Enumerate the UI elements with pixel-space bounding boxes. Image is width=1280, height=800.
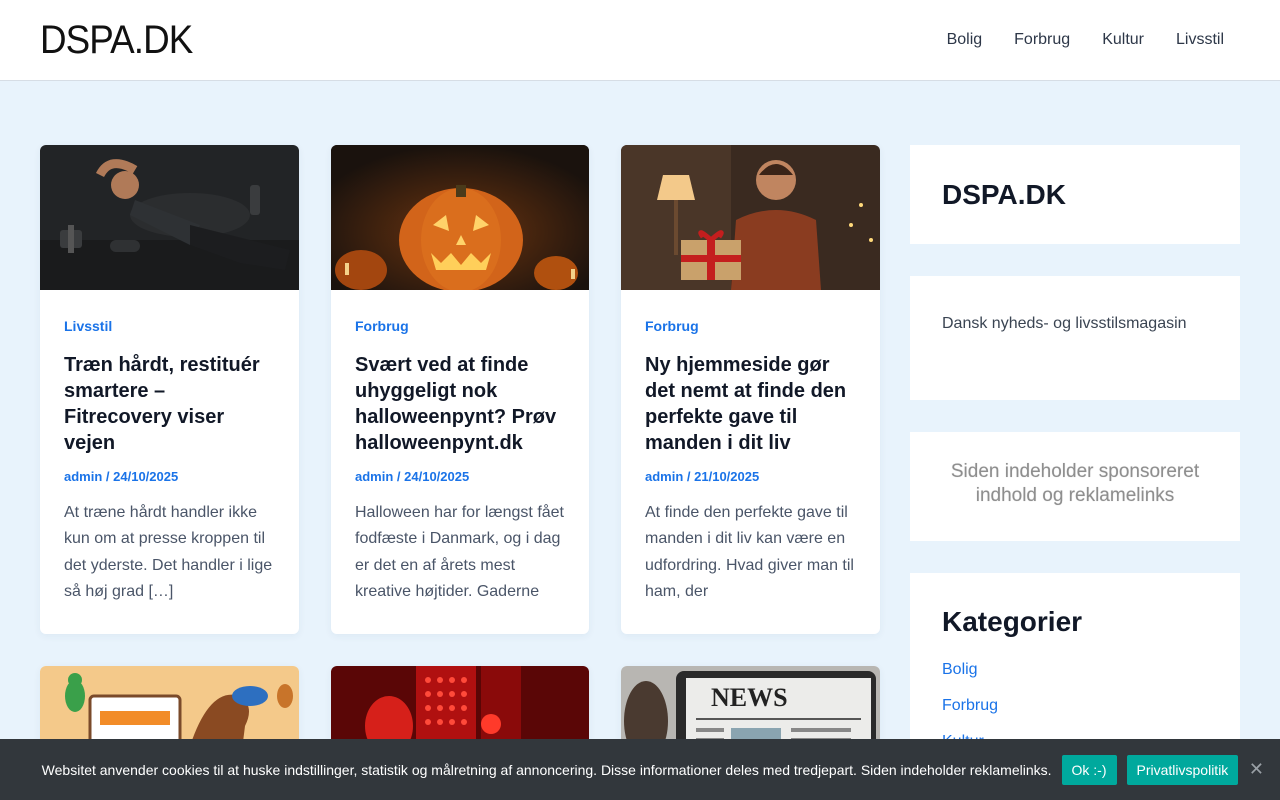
- category-link-bolig[interactable]: Bolig: [942, 661, 978, 678]
- post-body: Livsstil Træn hårdt, restituér smartere …: [40, 290, 299, 630]
- man-exercising-image: [40, 145, 299, 290]
- halloween-pumpkins-image: [331, 145, 589, 290]
- post-body: Forbrug Svært ved at finde uhyggeligt no…: [331, 290, 589, 630]
- cookie-text: Websitet anvender cookies til at huske i…: [41, 761, 1052, 778]
- post-date: 24/10/2025: [113, 469, 179, 484]
- post-meta: admin / 24/10/2025: [64, 469, 179, 484]
- post-category[interactable]: Forbrug: [645, 318, 856, 334]
- post-thumbnail[interactable]: [331, 145, 589, 290]
- post-card: Forbrug Ny hjemmeside gør det nemt at fi…: [621, 145, 880, 634]
- post-meta: admin / 21/10/2025: [645, 469, 760, 484]
- site-header: DSPA.DK Bolig Forbrug Kultur Livsstil: [0, 0, 1280, 81]
- post-date: 24/10/2025: [404, 469, 470, 484]
- man-receiving-gift-image: [621, 145, 880, 290]
- sponsor-notice-line: indhold og reklamelinks: [975, 485, 1175, 506]
- categories-title: Kategorier: [942, 606, 1083, 637]
- nav-item-bolig[interactable]: Bolig: [931, 0, 999, 80]
- sidebar-tagline: Dansk nyheds- og livsstilsmagasin: [942, 315, 1187, 332]
- cookie-ok-button[interactable]: Ok :-): [1061, 754, 1117, 785]
- post-excerpt: Halloween har for længst fået fodfæste i…: [355, 504, 564, 601]
- post-card: Forbrug Svært ved at finde uhyggeligt no…: [331, 145, 589, 634]
- post-category[interactable]: Livsstil: [64, 318, 275, 334]
- sidebar-site-title: DSPA.DK: [942, 179, 1066, 210]
- sidebar-widget-sponsor-notice: Siden indeholder sponsoreret indhold og …: [910, 432, 1240, 541]
- post-meta: admin / 24/10/2025: [355, 469, 470, 484]
- category-link-forbrug[interactable]: Forbrug: [942, 697, 998, 714]
- post-excerpt: At finde den perfekte gave til manden i …: [645, 504, 854, 601]
- post-title[interactable]: Ny hjemmeside gør det nemt at finde den …: [645, 352, 856, 456]
- sidebar-widget-site-title: DSPA.DK: [910, 145, 1240, 244]
- category-item: Bolig: [942, 661, 998, 697]
- main-nav: Bolig Forbrug Kultur Livsstil: [931, 0, 1240, 80]
- nav-item-kultur[interactable]: Kultur: [1086, 0, 1160, 80]
- post-author[interactable]: admin: [355, 469, 393, 484]
- sidebar-widget-tagline: Dansk nyheds- og livsstilsmagasin: [910, 276, 1240, 400]
- post-card: Livsstil Træn hårdt, restituér smartere …: [40, 145, 299, 634]
- post-thumbnail[interactable]: [621, 145, 880, 290]
- post-title[interactable]: Træn hårdt, restituér smartere – Fitreco…: [64, 352, 275, 456]
- post-date: 21/10/2025: [694, 469, 760, 484]
- category-item: Forbrug: [942, 697, 998, 733]
- close-icon[interactable]: ✕: [1249, 759, 1264, 780]
- post-title[interactable]: Svært ved at finde uhyggeligt nok hallow…: [355, 352, 565, 456]
- site-logo[interactable]: DSPA.DK: [40, 18, 193, 62]
- post-author[interactable]: admin: [645, 469, 683, 484]
- post-body: Forbrug Ny hjemmeside gør det nemt at fi…: [621, 290, 880, 630]
- post-excerpt: At træne hårdt handler ikke kun om at pr…: [64, 504, 273, 601]
- sponsor-notice-line: Siden indeholder sponsoreret: [950, 461, 1200, 482]
- post-author[interactable]: admin: [64, 469, 102, 484]
- svg-text:NEWS: NEWS: [711, 683, 788, 712]
- nav-item-forbrug[interactable]: Forbrug: [998, 0, 1086, 80]
- nav-item-livsstil[interactable]: Livsstil: [1160, 0, 1240, 80]
- privacy-policy-button[interactable]: Privatlivspolitik: [1126, 754, 1239, 785]
- sponsor-notice-image: Siden indeholder sponsoreret indhold og …: [910, 460, 1240, 508]
- post-category[interactable]: Forbrug: [355, 318, 565, 334]
- cookie-consent-bar: Websitet anvender cookies til at huske i…: [0, 739, 1280, 800]
- post-thumbnail[interactable]: [40, 145, 299, 290]
